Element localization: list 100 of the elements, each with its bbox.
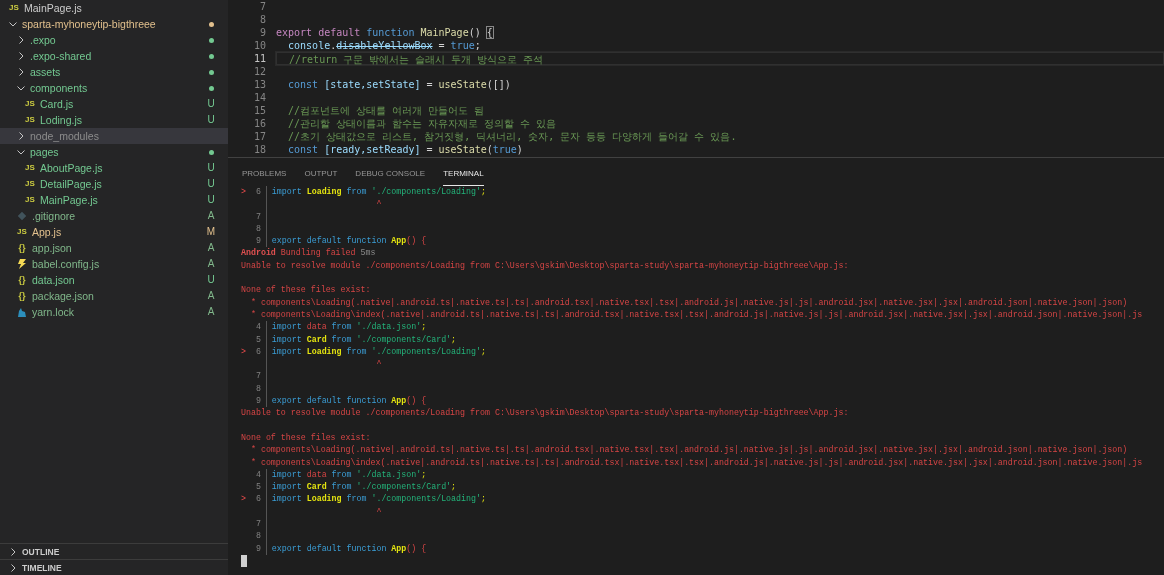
terminal-cursor [241,554,247,567]
error-pointer: ^ [265,358,382,371]
panel-tab[interactable]: PROBLEMS [242,166,287,186]
line-number: 14 [252,91,266,104]
code-line: //초기 상태값으로 리스트, 참거짓형, 딕셔너리, 숫자, 문자 등등 다양하게 들어갈 수 있음. [287,130,738,143]
error-pointer: ^ [265,505,382,518]
folder-item[interactable]: .expo [0,32,228,48]
code-line: import data from './data.json'; [265,321,427,334]
terminal-output-line: Unable to resolve module ./components/Loading from C:\Users\gskim\Desktop\sparta-study\sparta-myhoneytip-bigthreee\App.js: [241,407,849,420]
json-file-icon: {} [16,240,28,256]
terminal-output-line: None of these files exist: [241,284,371,297]
code-line: console.disableYellowBox = true; [287,39,482,52]
js-file-icon: JS [24,112,36,128]
panel-tab[interactable]: OUTPUT [304,166,338,186]
file-item[interactable]: .gitignore A [0,208,228,224]
code-line: const [state,setState] = useState([]) [287,78,512,91]
code-line: import Loading from './components/Loading'; [265,493,486,506]
line-number: 13 [252,78,266,91]
line-number: 7 [254,518,261,530]
js-file-icon: JS [24,192,36,208]
file-item[interactable]: yarn.lock A [0,304,228,320]
line-number: 6 [254,186,261,198]
panel-tab[interactable]: DEBUG CONSOLE [355,166,426,186]
line-number: 9 [254,395,261,408]
terminal-output-line: * components\Loading\index(.native|.android.ts|.native.ts|.ts|.android.tsx|.native.tsx|.tsx|.android.js|.native.js|.js|.android.jsx|.native.jsx|.jsx|.android.json|.native.json|.js [249,308,1143,321]
line-number: 6 [254,493,261,506]
file-item[interactable]: JS App.js M [0,224,228,240]
line-number: 7 [254,210,261,223]
js-file-icon: JS [24,160,36,176]
line-number: 9 [254,235,261,248]
lightning-icon [16,258,28,270]
line-number: 5 [254,333,261,346]
folder-item[interactable]: pages [0,144,228,160]
terminal-output-line: * components\Loading(.native|.android.ts|.native.ts|.ts|.android.tsx|.native.tsx|.tsx|.android.js|.native.js|.js|.android.jsx|.native.jsx|.jsx|.android.json|.native.json|.json) [249,296,1128,309]
code-line: import Card from './components/Card'; [265,481,457,494]
code-line: //관리할 상태이름과 함수는 자유자재로 정의할 수 있음 [287,117,558,130]
file-item[interactable]: babel.config.js A [0,256,228,272]
line-number: 16 [252,117,266,130]
terminal-output-line: None of these files exist: [241,431,371,444]
section-header[interactable]: OUTLINE [0,543,228,559]
js-file-icon: JS [24,176,36,192]
git-status-letter: A [206,257,216,271]
file-item[interactable]: JS Loding.js U [0,112,228,128]
line-number: 8 [254,222,261,235]
terminal-output-line: * components\Loading(.native|.android.ts|.native.ts|.ts|.android.tsx|.native.tsx|.tsx|.android.js|.native.js|.js|.android.jsx|.native.jsx|.jsx|.android.json|.native.json|.json) [249,444,1128,457]
error-marker: > [241,493,247,506]
code-line: export default function App() { [265,395,427,408]
git-status-letter: U [206,273,216,287]
file-item[interactable]: JS MainPage.js [0,0,228,16]
json-file-icon: {} [16,272,28,288]
git-status-letter: A [206,209,216,223]
git-status-letter: U [206,193,216,207]
file-item[interactable]: {} package.json A [0,288,228,304]
git-status-letter: A [206,241,216,255]
section-header[interactable]: TIMELINE [0,559,228,575]
git-status-letter: U [206,177,216,191]
js-file-icon: JS [8,0,20,16]
file-item[interactable]: JS MainPage.js U [0,192,228,208]
folder-item[interactable]: sparta-myhoneytip-bigthreee [0,16,228,32]
folder-item[interactable]: components [0,80,228,96]
git-status-letter: M [206,225,216,239]
line-number: 7 [258,0,266,13]
line-number: 8 [254,382,261,395]
line-number: 5 [254,481,261,494]
code-line: import Card from './components/Card'; [265,333,457,346]
line-number: 10 [252,39,266,52]
line-number: 12 [252,65,266,78]
git-status-letter: A [206,305,216,319]
file-item[interactable]: JS DetailPage.js U [0,176,228,192]
code-line: export default function App() { [265,542,427,555]
error-marker: > [241,186,247,198]
code-line: export default function MainPage() { [276,26,494,39]
code-line: import data from './data.json'; [265,468,427,482]
js-file-icon: JS [24,96,36,112]
terminal-output-line: * components\Loading\index(.native|.android.ts|.native.ts|.ts|.android.tsx|.native.tsx|.tsx|.android.js|.native.js|.js|.android.jsx|.native.jsx|.jsx|.android.json|.native.json|.js [249,456,1143,469]
line-number: 17 [252,130,266,143]
line-number: 6 [254,345,261,358]
line-number: 9 [258,26,266,39]
code-line: export default function App() { [265,235,427,248]
file-item[interactable]: JS Card.js U [0,96,228,112]
folder-item[interactable]: .expo-shared [0,48,228,64]
file-item[interactable]: JS AboutPage.js U [0,160,228,176]
cat-icon [16,306,28,318]
line-number: 7 [254,370,261,383]
git-status-letter: U [206,113,216,127]
error-marker: > [241,345,247,358]
error-pointer: ^ [265,198,382,211]
line-number: 8 [254,530,261,543]
terminal-output-line: Android Bundling failed 5ms [241,247,376,260]
git-status-letter: A [206,289,216,303]
code-line: import Loading from './components/Loading'; [265,186,486,199]
panel-tab[interactable]: TERMINAL [443,166,484,186]
folder-item[interactable]: assets [0,64,228,80]
line-number: 11 [252,52,266,65]
folder-item[interactable]: node_modules [0,128,228,144]
git-status-letter: U [206,161,216,175]
file-item[interactable]: {} app.json A [0,240,228,256]
json-file-icon: {} [16,288,28,304]
code-line: const [ready,setReady] = useState(true) [287,143,524,156]
file-item[interactable]: {} data.json U [0,272,228,288]
